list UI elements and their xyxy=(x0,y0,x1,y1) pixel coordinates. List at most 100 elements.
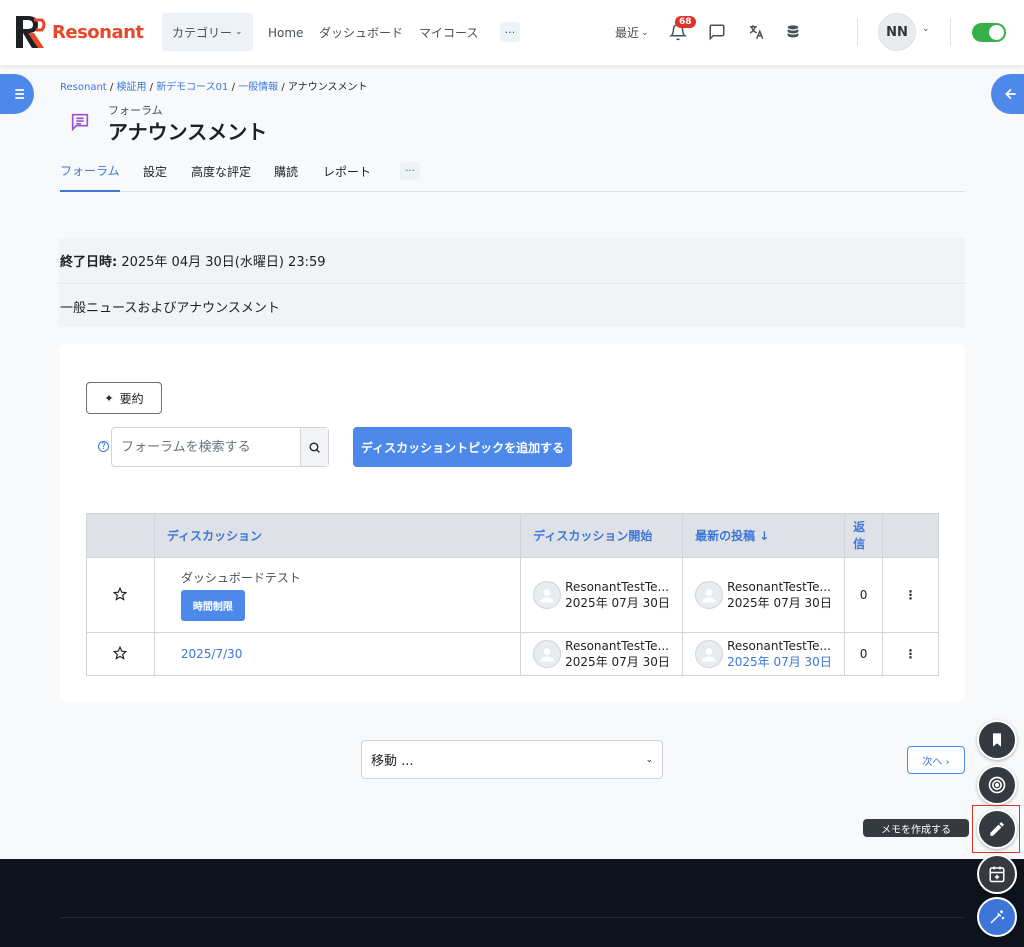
tab-reports[interactable]: レポート xyxy=(323,150,371,192)
brand-name: Resonant xyxy=(52,21,144,43)
user-avatar-icon xyxy=(695,581,724,609)
latest-by-name[interactable]: ResonantTestTe... xyxy=(727,580,832,594)
mode-toggle[interactable] xyxy=(972,23,1006,42)
chevron-down-icon: ⌄ xyxy=(645,754,653,765)
forum-description: 一般ニュースおよびアナウンスメント xyxy=(58,285,965,327)
summary-button[interactable]: ✦ 要約 xyxy=(86,382,162,414)
notification-count-badge: 68 xyxy=(675,16,696,28)
magic-wand-icon xyxy=(990,910,1005,924)
next-activity-button[interactable]: 次へ › xyxy=(907,746,965,774)
latest-post-cell: ResonantTestTe... 2025年 07月 30日 xyxy=(682,632,846,676)
chevron-down-icon: ⌄ xyxy=(641,27,649,38)
started-by-cell: ResonantTestTe... 2025年 07月 30日 xyxy=(520,632,684,676)
search-button[interactable] xyxy=(300,428,328,466)
due-label: 終了日時: xyxy=(60,255,118,270)
translate-icon[interactable] xyxy=(744,20,768,44)
toggle-knob xyxy=(989,25,1004,40)
star-icon[interactable] xyxy=(86,632,155,676)
arrow-left-icon xyxy=(1005,88,1016,100)
table-row: ダッシュボードテスト 時間制限 ResonantTestTe... 2025年 … xyxy=(86,557,939,633)
user-avatar-icon xyxy=(533,581,562,609)
due-date: 終了日時: 2025年 04月 30日(水曜日) 23:59 xyxy=(58,238,965,284)
footer-divider xyxy=(60,917,965,918)
started-by-cell: ResonantTestTe... 2025年 07月 30日 xyxy=(520,557,684,633)
page-title: アナウンスメント xyxy=(108,120,268,144)
summary-label: 要約 xyxy=(119,391,144,406)
calendar-plus-icon xyxy=(989,866,1005,883)
discussion-table: ディスカッション ディスカッション開始 最新の投稿 ↓ 返信 ダッシュボードテス… xyxy=(86,513,939,676)
discussion-title[interactable]: ダッシュボードテスト xyxy=(181,569,520,586)
table-row: 2025/7/30 ResonantTestTe... 2025年 07月 30… xyxy=(86,632,939,676)
nav-more-button[interactable]: ··· xyxy=(500,22,520,42)
tab-settings[interactable]: 設定 xyxy=(143,150,167,192)
col-latest[interactable]: 最新の投稿 ↓ xyxy=(682,513,846,558)
pencil-icon xyxy=(990,822,1004,836)
recent-label: 最近 xyxy=(615,26,640,40)
latest-post-cell: ResonantTestTe... 2025年 07月 30日 xyxy=(682,557,846,633)
nav-link-dashboard[interactable]: ダッシュボード xyxy=(319,0,403,65)
col-started[interactable]: ディスカッション開始 xyxy=(520,513,684,558)
forum-search-input[interactable] xyxy=(112,428,300,466)
create-memo-fab[interactable] xyxy=(977,809,1017,849)
discussion-title[interactable]: 2025/7/30 xyxy=(181,647,520,661)
col-star xyxy=(86,513,155,558)
create-memo-tooltip: メモを作成する xyxy=(863,819,969,837)
secondary-nav-tabs: フォーラム 設定 高度な評定 購読 レポート ··· xyxy=(60,150,965,192)
tab-more-button[interactable]: ··· xyxy=(400,162,420,180)
latest-date-link[interactable]: 2025年 07月 30日 xyxy=(727,653,832,670)
star-icon[interactable] xyxy=(86,557,155,633)
chevron-down-icon: ⌄ xyxy=(235,27,243,37)
jump-label: 移動 ... xyxy=(371,754,414,769)
database-icon[interactable] xyxy=(781,20,805,44)
user-avatar[interactable]: NN xyxy=(878,13,916,51)
category-menu-button[interactable]: カテゴリー ⌄ xyxy=(162,13,253,51)
bookmark-fab[interactable] xyxy=(977,720,1017,760)
list-icon xyxy=(12,89,24,99)
breadcrumb: Resonant / 検証用 / 新デモコース01 / 一般情報 / アナウンス… xyxy=(60,82,368,93)
jump-to-select[interactable]: 移動 ... ⌄ xyxy=(361,740,663,779)
due-value: 2025年 04月 30日(水曜日) 23:59 xyxy=(121,255,326,270)
nav-divider xyxy=(950,18,951,46)
started-by-name[interactable]: ResonantTestTe... xyxy=(565,639,670,653)
user-avatar-icon xyxy=(533,640,562,668)
breadcrumb-link[interactable]: 一般情報 xyxy=(238,82,278,93)
col-replies[interactable]: 返信 xyxy=(844,513,884,558)
open-block-drawer-button[interactable] xyxy=(991,74,1024,114)
add-discussion-button[interactable]: ディスカッショントピックを追加する xyxy=(353,427,572,467)
ai-magic-fab[interactable] xyxy=(977,897,1017,937)
breadcrumb-current: アナウンスメント xyxy=(287,82,368,93)
started-date: 2025年 07月 30日 xyxy=(565,654,670,669)
discussion-cell: 2025/7/30 xyxy=(153,632,522,676)
category-label: カテゴリー xyxy=(172,25,233,40)
calendar-add-fab[interactable] xyxy=(977,854,1017,894)
page-footer xyxy=(0,859,1024,947)
reply-count: 0 xyxy=(844,557,884,633)
tab-subscriptions[interactable]: 購読 xyxy=(274,150,298,192)
forum-search xyxy=(111,427,329,467)
latest-by-name[interactable]: ResonantTestTe... xyxy=(727,639,832,653)
user-avatar-icon xyxy=(695,640,724,668)
help-icon[interactable]: ? xyxy=(98,441,109,452)
col-discussion[interactable]: ディスカッション xyxy=(153,513,522,558)
tab-forum[interactable]: フォーラム xyxy=(60,150,120,192)
tab-advanced-grading[interactable]: 高度な評定 xyxy=(191,150,251,192)
latest-date: 2025年 07月 30日 xyxy=(727,595,832,610)
nav-link-home[interactable]: Home xyxy=(268,0,303,65)
breadcrumb-link[interactable]: Resonant xyxy=(60,82,107,93)
more-actions-icon[interactable]: ⋮ xyxy=(882,557,939,633)
nav-link-my-courses[interactable]: マイコース xyxy=(419,0,478,65)
forum-icon xyxy=(69,111,91,137)
breadcrumb-link[interactable]: 検証用 xyxy=(116,82,146,93)
top-navbar: Resonant カテゴリー ⌄ Home ダッシュボード マイコース ··· … xyxy=(0,0,1024,65)
recent-menu-button[interactable]: 最近 ⌄ xyxy=(615,0,649,65)
started-by-name[interactable]: ResonantTestTe... xyxy=(565,580,670,594)
chevron-down-icon[interactable]: ⌄ xyxy=(922,24,930,34)
resonant-logo-icon xyxy=(16,16,46,48)
more-actions-icon[interactable]: ⋮ xyxy=(882,632,939,676)
target-fab[interactable] xyxy=(977,765,1017,805)
message-icon[interactable] xyxy=(705,20,729,44)
open-course-index-button[interactable] xyxy=(0,74,34,114)
sparkle-icon: ✦ xyxy=(104,391,114,405)
breadcrumb-link[interactable]: 新デモコース01 xyxy=(156,82,228,93)
brand-logo[interactable]: Resonant xyxy=(14,14,144,50)
